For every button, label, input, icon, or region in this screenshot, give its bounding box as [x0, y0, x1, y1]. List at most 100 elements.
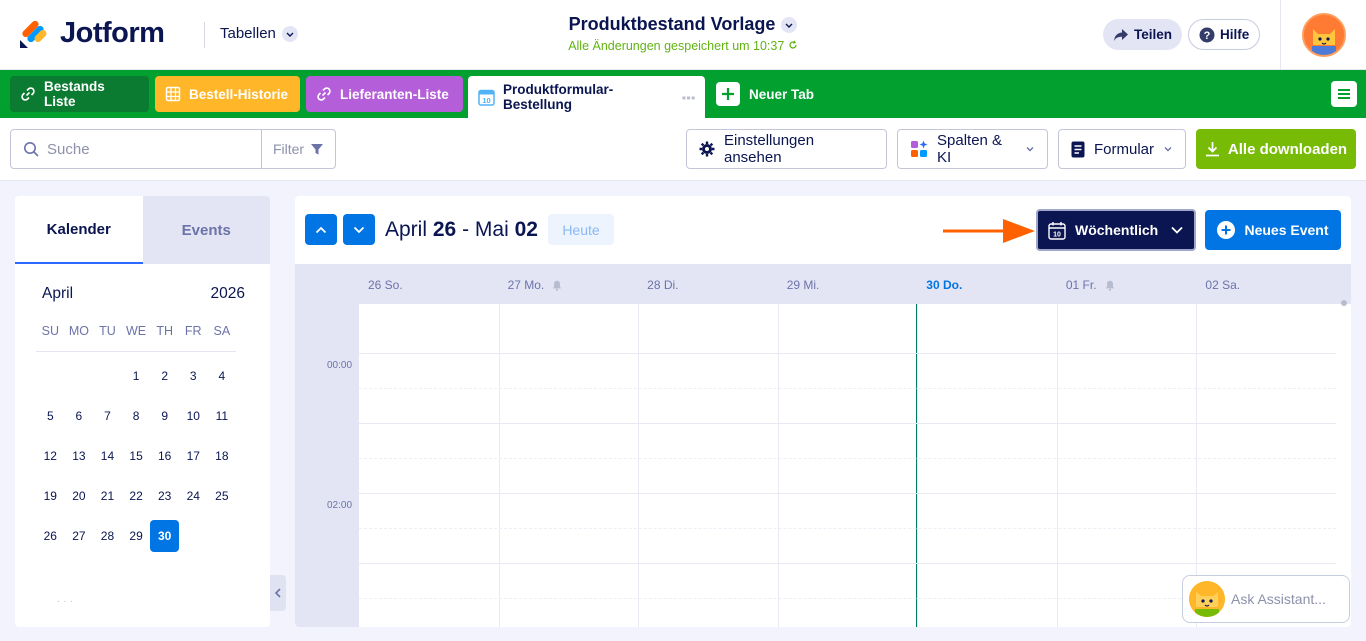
- day-cell[interactable]: 25: [208, 476, 237, 516]
- jotform-logo[interactable]: Jotform: [18, 17, 165, 50]
- day-number: 17: [186, 449, 200, 463]
- day-cell[interactable]: 17: [179, 436, 208, 476]
- day-cell[interactable]: 1: [122, 356, 151, 396]
- day-cell[interactable]: 7: [93, 396, 122, 436]
- day-header-label: 01 Fr.: [1065, 278, 1097, 292]
- day-number: 2: [161, 369, 169, 383]
- day-cell[interactable]: 19: [36, 476, 65, 516]
- day-cell[interactable]: 4: [208, 356, 237, 396]
- new-event-button[interactable]: Neues Event: [1205, 210, 1341, 250]
- collapse-sidebar-button[interactable]: [270, 575, 286, 611]
- day-cell[interactable]: 21: [93, 476, 122, 516]
- time-gutter: 00:00 02:00: [295, 304, 359, 627]
- tab-calendar[interactable]: Kalender: [15, 196, 143, 264]
- time-slot-line: [359, 493, 1336, 494]
- weekday-label: MO: [68, 324, 89, 338]
- refresh-icon: [789, 40, 797, 49]
- day-header[interactable]: 29 Mi.: [787, 278, 820, 292]
- share-label: Teilen: [1134, 27, 1173, 42]
- page-title[interactable]: Produktbestand Vorlage: [569, 14, 798, 35]
- day-cell[interactable]: 28: [93, 516, 122, 556]
- day-cell[interactable]: 11: [208, 396, 237, 436]
- day-number: 11: [215, 409, 229, 423]
- day-number: 26: [43, 529, 57, 543]
- ask-assistant-button[interactable]: Ask Assistant...: [1182, 575, 1350, 623]
- day-header[interactable]: 30 Do.: [926, 278, 962, 292]
- day-cell[interactable]: 16: [150, 436, 179, 476]
- search-input[interactable]: [47, 140, 247, 158]
- more-options-icon[interactable]: ⋮: [679, 90, 696, 105]
- previous-week-button[interactable]: [305, 214, 337, 245]
- day-cell[interactable]: 15: [122, 436, 151, 476]
- tab-label: Produktformular-Bestellung: [503, 82, 614, 112]
- day-header[interactable]: 28 Di.: [647, 278, 678, 292]
- time-slot-line: [359, 423, 1336, 424]
- help-button[interactable]: ? Hilfe: [1188, 19, 1261, 50]
- day-cell[interactable]: 10: [179, 396, 208, 436]
- day-cell[interactable]: 30: [150, 516, 179, 556]
- day-cell[interactable]: 20: [65, 476, 94, 516]
- day-number: 8: [132, 409, 140, 423]
- filter-button[interactable]: Filter: [262, 130, 335, 168]
- tab-label: Bestands Liste: [44, 79, 105, 109]
- day-cell[interactable]: 29: [122, 516, 151, 556]
- tab-produktformular-bestellung[interactable]: 10 Produktformular-Bestellung ⋮: [468, 76, 705, 118]
- view-settings-button[interactable]: Einstellungen ansehen: [686, 129, 887, 169]
- today-button[interactable]: Heute: [548, 214, 614, 245]
- empty-day-cell: [65, 356, 94, 396]
- tab-bar: Bestands Liste Bestell-Historie Lieferan…: [0, 70, 1366, 118]
- tab-label: Lieferanten-Liste: [340, 86, 449, 102]
- more-indicator: ···: [57, 596, 76, 607]
- download-all-button[interactable]: Alle downloaden: [1196, 129, 1356, 169]
- jotform-logo-icon: [20, 20, 47, 48]
- day-cell[interactable]: 18: [208, 436, 237, 476]
- day-cell[interactable]: 14: [93, 436, 122, 476]
- avatar[interactable]: [1302, 13, 1346, 57]
- day-cell[interactable]: 12: [36, 436, 65, 476]
- title-area: Produktbestand Vorlage Alle Änderungen g…: [480, 14, 886, 53]
- tables-dropdown[interactable]: Tabellen: [220, 25, 298, 42]
- next-week-button[interactable]: [343, 214, 375, 245]
- today-marker[interactable]: 30: [150, 520, 179, 552]
- view-mode-label: Wöchentlich: [1075, 222, 1159, 238]
- day-cell[interactable]: 23: [150, 476, 179, 516]
- day-cell[interactable]: 3: [179, 356, 208, 396]
- scrollbar-indicator[interactable]: [1341, 300, 1347, 306]
- link-icon: [316, 86, 332, 102]
- tab-events[interactable]: Events: [142, 196, 270, 264]
- day-header[interactable]: 27 Mo.: [508, 278, 563, 292]
- time-slot-line: [359, 528, 1336, 529]
- view-mode-dropdown[interactable]: 10 Wöchentlich: [1036, 209, 1196, 251]
- day-cell[interactable]: 22: [122, 476, 151, 516]
- download-icon: [1205, 141, 1220, 157]
- tab-bestell-historie[interactable]: Bestell-Historie: [155, 76, 300, 112]
- day-cell[interactable]: 9: [150, 396, 179, 436]
- day-header[interactable]: 02 Sa.: [1205, 278, 1240, 292]
- day-cell[interactable]: 13: [65, 436, 94, 476]
- day-cell[interactable]: 24: [179, 476, 208, 516]
- tab-lieferanten-liste[interactable]: Lieferanten-Liste: [306, 76, 463, 112]
- day-cell[interactable]: 2: [150, 356, 179, 396]
- svg-text:10: 10: [1053, 231, 1061, 238]
- chevron-down-icon[interactable]: [781, 16, 798, 33]
- columns-ai-dropdown[interactable]: Spalten & KI: [897, 129, 1048, 169]
- new-tab-label: Neuer Tab: [749, 86, 815, 102]
- day-cell[interactable]: 6: [65, 396, 94, 436]
- day-cell[interactable]: 5: [36, 396, 65, 436]
- day-number: 29: [129, 529, 143, 543]
- day-number: 23: [157, 489, 172, 503]
- day-cell[interactable]: 27: [65, 516, 94, 556]
- tab-bestands-liste[interactable]: Bestands Liste: [10, 76, 149, 112]
- day-cell[interactable]: 8: [122, 396, 151, 436]
- ask-assistant-label: Ask Assistant...: [1231, 591, 1326, 607]
- menu-button[interactable]: [1331, 81, 1357, 107]
- day-number: 19: [43, 489, 57, 503]
- new-tab-button[interactable]: Neuer Tab: [716, 82, 814, 106]
- share-button[interactable]: Teilen: [1103, 19, 1183, 50]
- form-dropdown[interactable]: Formular: [1058, 129, 1186, 169]
- day-header[interactable]: 26 So.: [368, 278, 403, 292]
- day-cell[interactable]: 26: [36, 516, 65, 556]
- day-header[interactable]: 01 Fr.: [1066, 278, 1115, 292]
- day-number: 25: [215, 489, 229, 503]
- range-month-start: April: [385, 218, 428, 241]
